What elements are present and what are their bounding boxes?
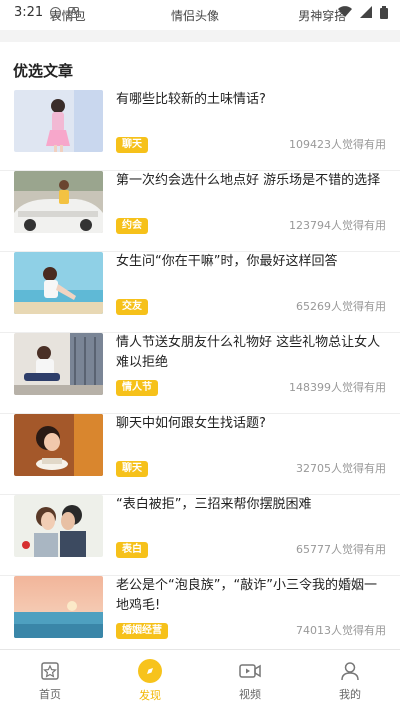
battery-icon (380, 5, 388, 19)
article-tag: 约会 (116, 218, 148, 234)
profile-icon (341, 661, 359, 680)
discover-icon (138, 658, 162, 683)
article-title: 女生问“你在干嘛”时，你最好这样回答 (116, 254, 338, 269)
article-likes: 65777人觉得有用 (296, 543, 386, 556)
divider (0, 30, 400, 42)
article-likes: 123794人觉得有用 (289, 219, 386, 232)
notification-icon: A (68, 6, 80, 18)
nav-discover-label: 发现 (139, 688, 161, 702)
article-likes: 65269人觉得有用 (296, 300, 386, 313)
status-bar: 3:21 A (0, 0, 400, 24)
signal-icon (360, 6, 372, 18)
section-title: 优选文章 (13, 62, 74, 80)
article-item[interactable]: 第一次约会选什么地点好 游乐场是不错的选择 约会 123794人觉得有用 (0, 171, 400, 252)
article-item[interactable]: 情人节送女朋友什么礼物好 这些礼物总让女人难以拒绝 情人节 148399人觉得有… (0, 333, 400, 414)
article-thumbnail (14, 576, 103, 638)
article-tag: 婚姻经营 (116, 623, 168, 639)
article-title: 老公是个“泡良族”，“敲诈”小三令我的婚姻一地鸡毛! (116, 578, 377, 613)
article-likes: 32705人觉得有用 (296, 462, 386, 475)
nav-video[interactable]: 视频 (200, 660, 300, 702)
article-tag: 情人节 (116, 380, 158, 396)
wifi-icon (338, 6, 352, 18)
video-icon (239, 663, 261, 678)
nav-home[interactable]: 首页 (0, 660, 100, 702)
article-item[interactable]: 有哪些比较新的土味情话? 聊天 109423人觉得有用 (0, 90, 400, 171)
article-title: 情人节送女朋友什么礼物好 这些礼物总让女人难以拒绝 (116, 335, 381, 370)
article-tag: 聊天 (116, 461, 148, 477)
nav-discover[interactable]: 发现 (100, 658, 200, 703)
status-time: 3:21 (14, 4, 44, 20)
article-thumbnail (14, 171, 103, 233)
article-likes: 74013人觉得有用 (296, 624, 386, 637)
settings-icon (50, 6, 62, 18)
article-item[interactable]: “表白被拒”，三招来帮你摆脱困难 表白 65777人觉得有用 (0, 495, 400, 576)
article-likes: 109423人觉得有用 (289, 138, 386, 151)
article-thumbnail (14, 252, 103, 314)
article-tag: 聊天 (116, 137, 148, 153)
article-title: 聊天中如何跟女生找话题? (116, 416, 266, 431)
nav-profile-label: 我的 (339, 687, 361, 701)
article-item[interactable]: 女生问“你在干嘛”时，你最好这样回答 交友 65269人觉得有用 (0, 252, 400, 333)
article-thumbnail (14, 414, 103, 476)
featured-articles-section: 优选文章 有哪些比较新的土味情话? 聊天 109423人觉得有用 第一次约会选什… (0, 42, 400, 649)
article-title: 有哪些比较新的土味情话? (116, 92, 266, 107)
article-item[interactable]: 老公是个“泡良族”，“敲诈”小三令我的婚姻一地鸡毛! 婚姻经营 74013人觉得… (0, 576, 400, 649)
article-title: 第一次约会选什么地点好 游乐场是不错的选择 (116, 173, 381, 188)
article-thumbnail (14, 333, 103, 395)
home-icon (41, 661, 59, 680)
article-tag: 交友 (116, 299, 148, 315)
article-item[interactable]: 聊天中如何跟女生找话题? 聊天 32705人觉得有用 (0, 414, 400, 495)
nav-video-label: 视频 (239, 687, 261, 701)
nav-home-label: 首页 (39, 687, 61, 701)
article-thumbnail (14, 495, 103, 557)
article-likes: 148399人觉得有用 (289, 381, 386, 394)
article-title: “表白被拒”，三招来帮你摆脱困难 (116, 497, 312, 512)
article-thumbnail (14, 90, 103, 152)
nav-profile[interactable]: 我的 (300, 660, 400, 702)
article-tag: 表白 (116, 542, 148, 558)
bottom-nav: 首页 发现 视频 我的 (0, 649, 400, 711)
